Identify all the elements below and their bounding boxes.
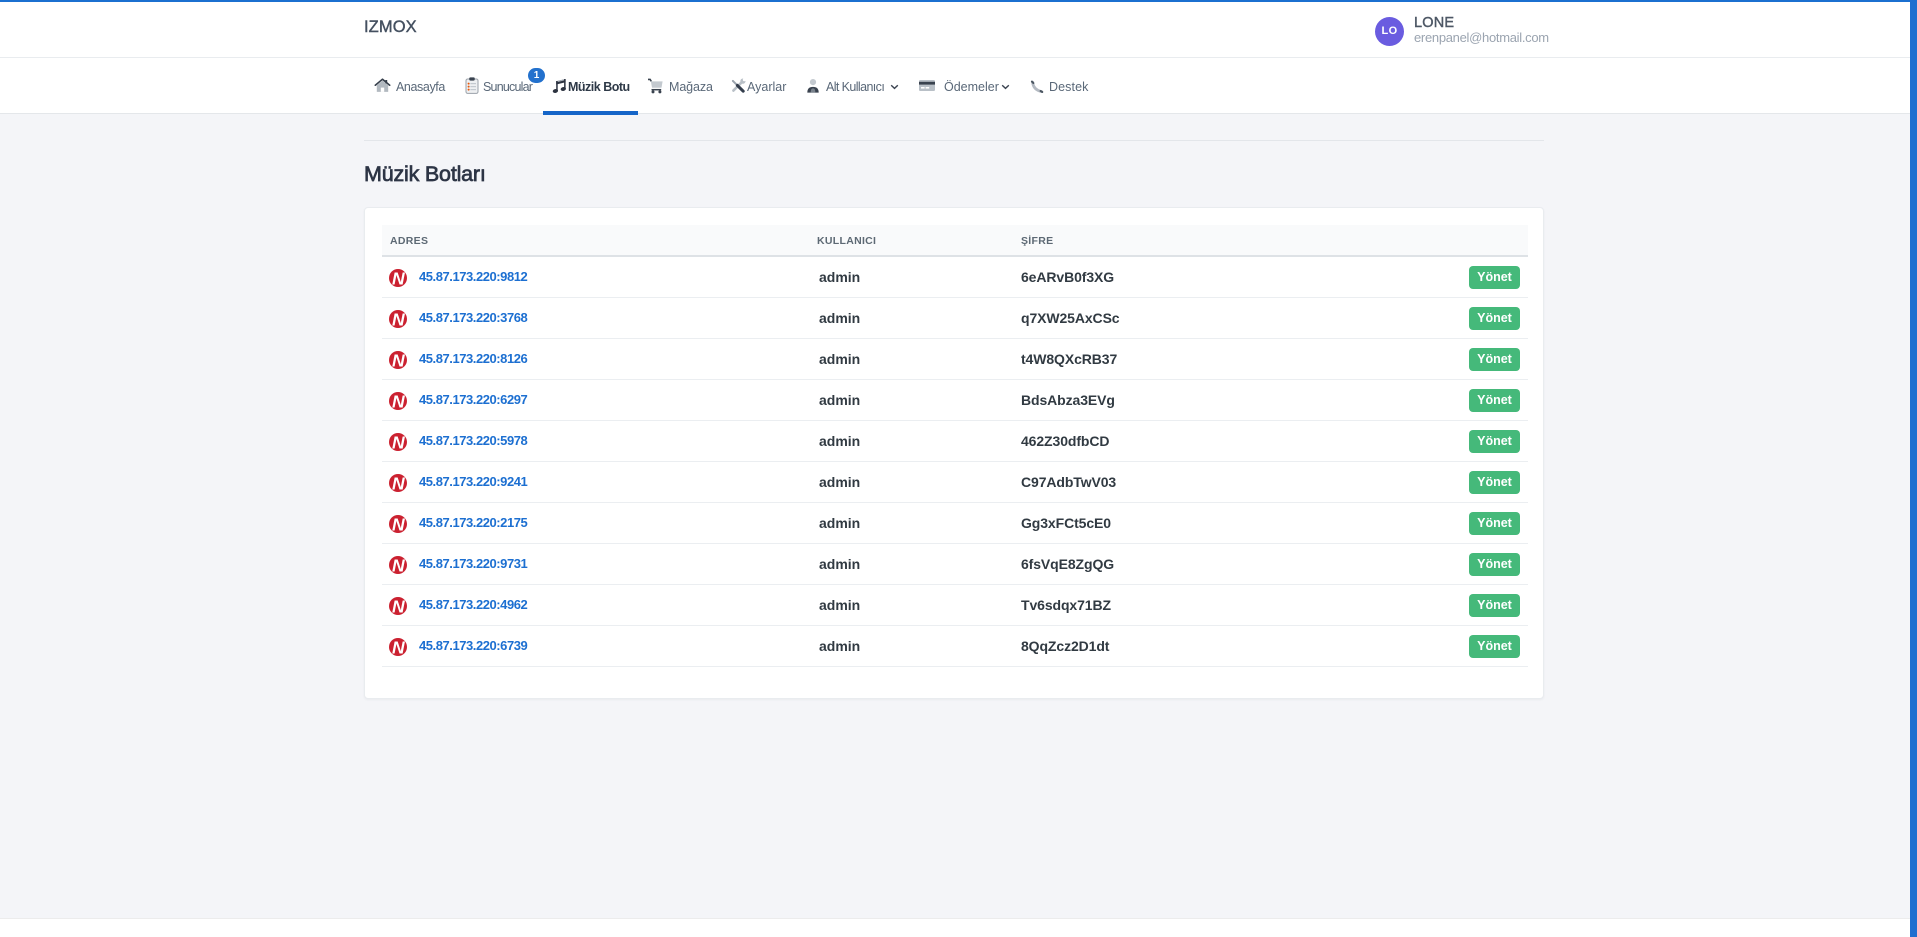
svg-text:N: N (392, 638, 405, 656)
svg-text:N: N (392, 515, 405, 533)
svg-text:N: N (392, 392, 405, 410)
svg-text:N: N (392, 351, 405, 369)
svg-text:N: N (392, 310, 405, 328)
svg-text:N: N (392, 433, 405, 451)
svg-text:N: N (392, 556, 405, 574)
svg-text:N: N (392, 597, 405, 615)
svg-text:N: N (392, 474, 405, 492)
svg-text:N: N (392, 269, 405, 287)
